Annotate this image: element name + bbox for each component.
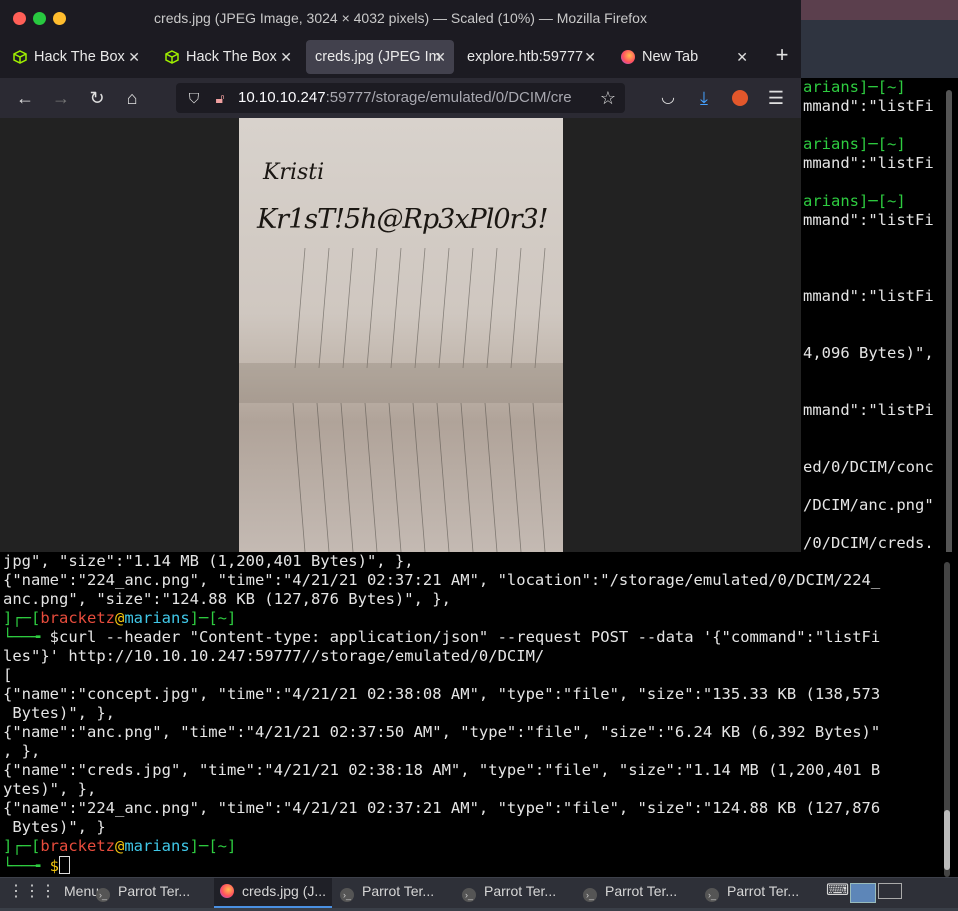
- firefox-icon: [220, 884, 234, 898]
- download-icon[interactable]: ⤓: [692, 86, 716, 110]
- firefox-icon: [621, 50, 635, 64]
- tab-new-tab[interactable]: New Tab ✕: [610, 40, 756, 74]
- taskbar-item-terminal-4[interactable]: ›_ Parrot Ter...: [583, 878, 695, 908]
- background-window-header: [800, 20, 958, 78]
- htb-cube-icon: [13, 50, 27, 64]
- tab-hack-the-box-2[interactable]: Hack The Box ✕: [154, 40, 300, 74]
- image-viewport: Kristi Kr1sT!5h@Rp3xPl0r3!: [0, 118, 801, 552]
- terminal-icon: ›_: [583, 888, 597, 902]
- shield-icon[interactable]: ⛉: [182, 86, 206, 110]
- navigation-toolbar: ← → ↻ ⌂ ⛉ 🔓︎ 10.10.10.247:59777/storage/…: [0, 78, 801, 118]
- pocket-icon[interactable]: ◡: [656, 86, 680, 110]
- menu-button[interactable]: ⋮⋮⋮ Menu: [8, 878, 99, 908]
- taskbar-item-terminal-5[interactable]: ›_ Parrot Ter...: [705, 878, 817, 908]
- handwritten-password: Kr1sT!5h@Rp3xPl0r3!: [257, 204, 548, 235]
- close-tab-icon[interactable]: ✕: [434, 40, 446, 74]
- terminal-icon: ›_: [96, 888, 110, 902]
- terminal-icon: ›_: [340, 888, 354, 902]
- workspace-2[interactable]: [878, 878, 904, 908]
- firefox-window: creds.jpg (JPEG Image, 3024 × 4032 pixel…: [0, 0, 801, 552]
- home-icon[interactable]: ⌂: [120, 86, 144, 110]
- taskbar-item-terminal-2[interactable]: ›_ Parrot Ter...: [340, 878, 452, 908]
- creds-photo: Kristi Kr1sT!5h@Rp3xPl0r3!: [239, 118, 563, 552]
- forward-arrow-icon[interactable]: →: [49, 86, 73, 110]
- reload-icon[interactable]: ↻: [85, 86, 109, 110]
- hamburger-menu-icon[interactable]: ☰: [764, 86, 788, 110]
- tab-explore-htb[interactable]: explore.htb:59777 ✕: [458, 40, 604, 74]
- url-text[interactable]: 10.10.10.247:59777/storage/emulated/0/DC…: [238, 89, 590, 106]
- apps-grid-icon: ⋮⋮⋮: [8, 883, 56, 900]
- close-tab-icon[interactable]: ✕: [584, 40, 596, 74]
- workspace-1[interactable]: [850, 878, 876, 908]
- terminal-scrollbar-thumb[interactable]: [944, 810, 950, 870]
- terminal-icon: ›_: [462, 888, 476, 902]
- insecure-lock-icon[interactable]: 🔓︎: [208, 86, 232, 110]
- new-tab-plus-icon[interactable]: +: [770, 43, 794, 67]
- tab-creds-jpg[interactable]: creds.jpg (JPEG Im ✕: [306, 40, 454, 74]
- background-terminal-scrollbar[interactable]: [946, 90, 952, 552]
- window-titlebar: creds.jpg (JPEG Image, 3024 × 4032 pixel…: [0, 0, 801, 38]
- terminal-window[interactable]: jpg", "size":"1.14 MB (1,200,401 Bytes)"…: [0, 552, 958, 877]
- extension-icon[interactable]: [728, 86, 752, 110]
- url-bar[interactable]: ⛉ 🔓︎ 10.10.10.247:59777/storage/emulated…: [176, 83, 625, 113]
- taskbar-item-firefox[interactable]: creds.jpg (J...: [214, 878, 332, 908]
- terminal-output: jpg", "size":"1.14 MB (1,200,401 Bytes)"…: [3, 552, 881, 875]
- background-terminal-window: arians]─[~] mmand":"listFi arians]─[~] m…: [800, 0, 958, 552]
- taskbar-item-terminal-1[interactable]: ›_ Parrot Ter...: [96, 878, 208, 908]
- window-title: creds.jpg (JPEG Image, 3024 × 4032 pixel…: [154, 10, 647, 26]
- handwritten-username: Kristi: [263, 160, 325, 185]
- terminal-icon: ›_: [705, 888, 719, 902]
- desktop-top-strip: [800, 0, 958, 20]
- back-arrow-icon[interactable]: ←: [13, 86, 37, 110]
- terminal-cursor: [59, 856, 71, 874]
- taskbar: ⋮⋮⋮ Menu ›_ Parrot Ter... creds.jpg (J... …: [0, 877, 958, 908]
- background-terminal-output: arians]─[~] mmand":"listFi arians]─[~] m…: [803, 78, 934, 552]
- bookmark-star-icon[interactable]: ☆: [596, 86, 620, 110]
- taskbar-item-terminal-3[interactable]: ›_ Parrot Ter...: [462, 878, 574, 908]
- close-tab-icon[interactable]: ✕: [736, 40, 748, 74]
- close-tab-icon[interactable]: ✕: [128, 40, 140, 74]
- close-tab-icon[interactable]: ✕: [280, 40, 292, 74]
- keyboard-layout-icon[interactable]: ⌨: [826, 878, 849, 908]
- htb-cube-icon: [165, 50, 179, 64]
- tab-strip: Hack The Box ✕ Hack The Box ✕ creds.jpg …: [0, 38, 801, 78]
- tab-hack-the-box-1[interactable]: Hack The Box ✕: [2, 40, 148, 74]
